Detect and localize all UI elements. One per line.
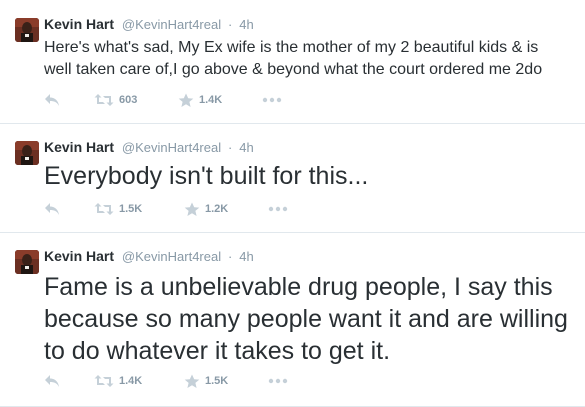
tweet-header: Kevin Hart @KevinHart4real · 4h: [44, 15, 254, 34]
more-icon: [262, 97, 282, 103]
author-handle[interactable]: @KevinHart4real: [122, 140, 221, 155]
tweet-timestamp[interactable]: 4h: [239, 140, 253, 155]
reply-icon: [45, 203, 59, 215]
tweet-text: Everybody isn't built for this...: [44, 162, 369, 190]
tweet-timestamp[interactable]: 4h: [239, 249, 253, 264]
tweet[interactable]: Kevin Hart @KevinHart4real · 4h Everybod…: [0, 124, 585, 233]
retweet-icon: [94, 94, 114, 106]
favorite-count: 1.2K: [205, 203, 229, 215]
avatar[interactable]: [15, 141, 39, 165]
header-separator: ·: [228, 140, 233, 155]
retweet-button[interactable]: 1.5K: [94, 201, 142, 217]
tweet-text: Fame is a unbelievable drug people, I sa…: [44, 273, 568, 365]
star-icon: [184, 374, 200, 388]
author-name[interactable]: Kevin Hart: [44, 139, 114, 155]
more-button[interactable]: [268, 373, 288, 389]
tweet-header: Kevin Hart @KevinHart4real · 4h: [44, 138, 254, 157]
header-separator: ·: [228, 17, 233, 32]
tweet-text: Here's what's sad, My Ex wife is the mot…: [44, 39, 543, 78]
reply-icon: [45, 375, 59, 387]
author-name[interactable]: Kevin Hart: [44, 16, 114, 32]
avatar-image: [15, 18, 39, 42]
reply-button[interactable]: [44, 373, 60, 389]
avatar[interactable]: [15, 18, 39, 42]
more-button[interactable]: [262, 92, 282, 108]
retweet-button[interactable]: 1.4K: [94, 373, 142, 389]
favorite-button[interactable]: 1.5K: [184, 373, 228, 389]
favorite-count: 1.4K: [199, 94, 223, 106]
more-icon: [268, 206, 288, 212]
author-handle[interactable]: @KevinHart4real: [122, 17, 221, 32]
reply-icon: [45, 94, 59, 106]
tweet[interactable]: Kevin Hart @KevinHart4real · 4h Fame is …: [0, 233, 585, 407]
tweet[interactable]: Kevin Hart @KevinHart4real · 4h Here's w…: [0, 0, 585, 124]
retweet-icon: [94, 375, 114, 387]
retweet-count: 1.4K: [119, 375, 143, 387]
retweet-icon: [94, 203, 114, 215]
author-handle[interactable]: @KevinHart4real: [122, 249, 221, 264]
favorite-count: 1.5K: [205, 375, 229, 387]
tweet-feed: Kevin Hart @KevinHart4real · 4h Here's w…: [0, 0, 585, 407]
star-icon: [184, 202, 200, 216]
star-icon: [178, 93, 194, 107]
retweet-count: 1.5K: [119, 203, 143, 215]
favorite-button[interactable]: 1.4K: [178, 92, 222, 108]
more-button[interactable]: [268, 201, 288, 217]
avatar-image: [15, 250, 39, 274]
retweet-count: 603: [119, 94, 138, 106]
tweet-header: Kevin Hart @KevinHart4real · 4h: [44, 247, 254, 266]
more-icon: [268, 378, 288, 384]
avatar[interactable]: [15, 250, 39, 274]
reply-button[interactable]: [44, 92, 60, 108]
tweet-timestamp[interactable]: 4h: [239, 17, 253, 32]
favorite-button[interactable]: 1.2K: [184, 201, 228, 217]
retweet-button[interactable]: 603: [94, 92, 137, 108]
header-separator: ·: [228, 249, 233, 264]
avatar-image: [15, 141, 39, 165]
reply-button[interactable]: [44, 201, 60, 217]
author-name[interactable]: Kevin Hart: [44, 248, 114, 264]
